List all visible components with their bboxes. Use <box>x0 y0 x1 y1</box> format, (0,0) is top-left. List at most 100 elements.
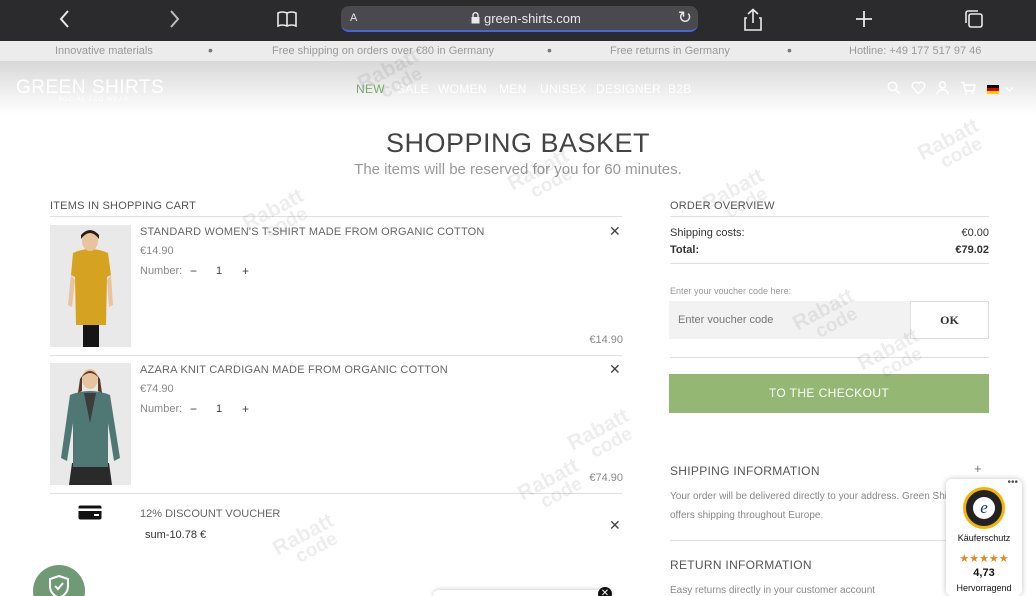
quantity-value[interactable]: 1 <box>216 403 222 415</box>
shipping-costs-value: €0.00 <box>961 227 989 239</box>
line-total: €74.90 <box>589 472 623 484</box>
divider <box>670 540 989 541</box>
separator-dot: • <box>787 42 792 58</box>
quantity-label: Number: <box>140 265 183 277</box>
account-icon[interactable] <box>936 81 949 95</box>
quantity-value[interactable]: 1 <box>216 265 222 277</box>
shipping-costs-label: Shipping costs: <box>670 227 745 239</box>
germany-flag-icon[interactable] <box>987 85 999 94</box>
logo[interactable]: GREEN SHIRTS <box>16 77 164 99</box>
divider <box>50 216 622 217</box>
site-header: GREEN SHIRTS SOCIAL ECO WEAR NEW SALE WO… <box>0 61 1036 115</box>
expand-plus-icon[interactable]: + <box>974 461 982 476</box>
new-tab-icon[interactable] <box>854 8 874 35</box>
line-total: €14.90 <box>589 334 623 346</box>
close-popup-icon[interactable]: ✕ <box>598 587 612 596</box>
quantity-decrease-button[interactable]: − <box>190 402 197 416</box>
usp-item: Free returns in Germany <box>610 45 730 57</box>
nav-men[interactable]: MEN <box>499 82 527 96</box>
share-icon[interactable] <box>743 8 763 37</box>
url-text: green-shirts.com <box>484 11 581 26</box>
product-image[interactable] <box>50 363 131 485</box>
reload-icon[interactable]: ↻ <box>678 8 692 28</box>
more-options-icon[interactable]: ••• <box>1007 477 1018 488</box>
forward-icon[interactable] <box>169 8 181 35</box>
shipping-costs-row: Shipping costs: €0.00 <box>670 227 989 239</box>
checkout-button[interactable]: TO THE CHECKOUT <box>669 374 989 413</box>
usp-item: Innovative materials <box>55 45 153 57</box>
remove-item-icon[interactable]: ✕ <box>609 361 621 378</box>
nav-sale[interactable]: SALE <box>397 82 429 96</box>
shipping-info-line: Your order will be delivered directly to… <box>670 491 959 502</box>
lock-icon <box>471 12 480 24</box>
quantity-increase-button[interactable]: + <box>242 402 249 416</box>
product-price: €74.90 <box>140 383 174 395</box>
page-title: SHOPPING BASKET <box>385 128 651 158</box>
watermark-logo: Rabattcode <box>513 454 587 513</box>
cart-heading: ITEMS IN SHOPPING CART <box>50 200 196 212</box>
quantity-increase-button[interactable]: + <box>242 264 249 278</box>
rating-stars: ★★★★★ <box>959 553 1009 565</box>
browser-toolbar: A green-shirts.com ↻ <box>0 0 1036 41</box>
privacy-shield-button[interactable] <box>33 565 85 596</box>
product-name[interactable]: AZARA KNIT CARDIGAN MADE FROM ORGANIC CO… <box>140 364 448 376</box>
total-row: Total: €79.02 <box>670 244 989 256</box>
trust-label: Käuferschutz <box>957 533 1011 543</box>
search-icon[interactable] <box>887 81 901 95</box>
separator-dot: • <box>547 42 552 58</box>
total-value: €79.02 <box>955 244 989 256</box>
shipping-info-line: offers shipping throughout Europe. <box>670 510 824 521</box>
divider <box>670 357 989 358</box>
return-info-line: Easy returns directly in your customer a… <box>670 585 876 596</box>
quantity-label: Number: <box>140 403 183 415</box>
apply-voucher-button[interactable]: OK <box>910 301 989 339</box>
product-image[interactable] <box>50 225 131 347</box>
usp-item: Free shipping on orders over €80 in Germ… <box>272 45 494 57</box>
cart-icon[interactable] <box>960 81 976 95</box>
remove-voucher-icon[interactable]: ✕ <box>609 517 621 534</box>
product-price: €14.90 <box>140 245 174 257</box>
voucher-label: Enter your voucher code here: <box>670 286 792 296</box>
credit-card-icon <box>78 505 102 520</box>
nav-designer[interactable]: DESIGNER <box>596 82 661 96</box>
divider <box>50 355 622 356</box>
tabs-overview-icon[interactable] <box>963 8 985 35</box>
nav-new[interactable]: NEW <box>356 82 385 96</box>
divider <box>670 216 989 217</box>
logo-tagline: SOCIAL ECO WEAR <box>58 97 130 103</box>
promo-popup[interactable] <box>433 590 613 596</box>
chevron-down-icon[interactable] <box>1005 86 1014 93</box>
divider <box>670 263 989 264</box>
nav-women[interactable]: WOMEN <box>438 82 487 96</box>
usp-strip: Innovative materials • Free shipping on … <box>0 41 1036 61</box>
bookmarks-icon[interactable] <box>276 8 298 35</box>
product-name[interactable]: STANDARD WOMEN'S T-SHIRT MADE FROM ORGAN… <box>140 226 485 238</box>
total-label: Total: <box>670 244 700 256</box>
trust-badge[interactable]: ••• e Käuferschutz ★★★★★ 4,73 Hervorrage… <box>946 477 1022 596</box>
divider <box>50 493 622 494</box>
remove-item-icon[interactable]: ✕ <box>609 223 621 240</box>
nav-unisex[interactable]: UNISEX <box>540 82 586 96</box>
rating-verdict: Hervorragend <box>956 583 1012 593</box>
watermark-logo: Rabattcode <box>238 184 312 243</box>
separator-dot: • <box>208 42 213 58</box>
shipping-info-heading[interactable]: SHIPPING INFORMATION <box>670 464 820 478</box>
voucher-code-input[interactable] <box>669 301 910 339</box>
address-bar[interactable]: A green-shirts.com ↻ <box>341 6 698 32</box>
voucher-name: 12% DISCOUNT VOUCHER <box>140 508 281 520</box>
wishlist-heart-icon[interactable] <box>911 81 926 95</box>
quantity-decrease-button[interactable]: − <box>190 264 197 278</box>
voucher-sum: sum-10.78 € <box>145 529 207 541</box>
hotline[interactable]: Hotline: +49 177 517 97 46 <box>849 45 981 57</box>
back-icon[interactable] <box>58 8 70 35</box>
return-info-heading[interactable]: RETURN INFORMATION <box>670 558 812 572</box>
rating-value: 4,73 <box>973 567 995 579</box>
trust-seal-icon: e <box>963 487 1005 529</box>
trust-seal-letter: e <box>973 497 995 519</box>
reader-mode-label[interactable]: A <box>350 12 357 24</box>
watermark-logo: Rabattcode <box>563 404 637 463</box>
overview-heading: ORDER OVERVIEW <box>670 200 775 212</box>
shield-check-icon <box>49 574 69 596</box>
nav-b2b[interactable]: B2B <box>668 82 692 96</box>
page-subtitle: The items will be reserved for you for 6… <box>354 161 682 178</box>
